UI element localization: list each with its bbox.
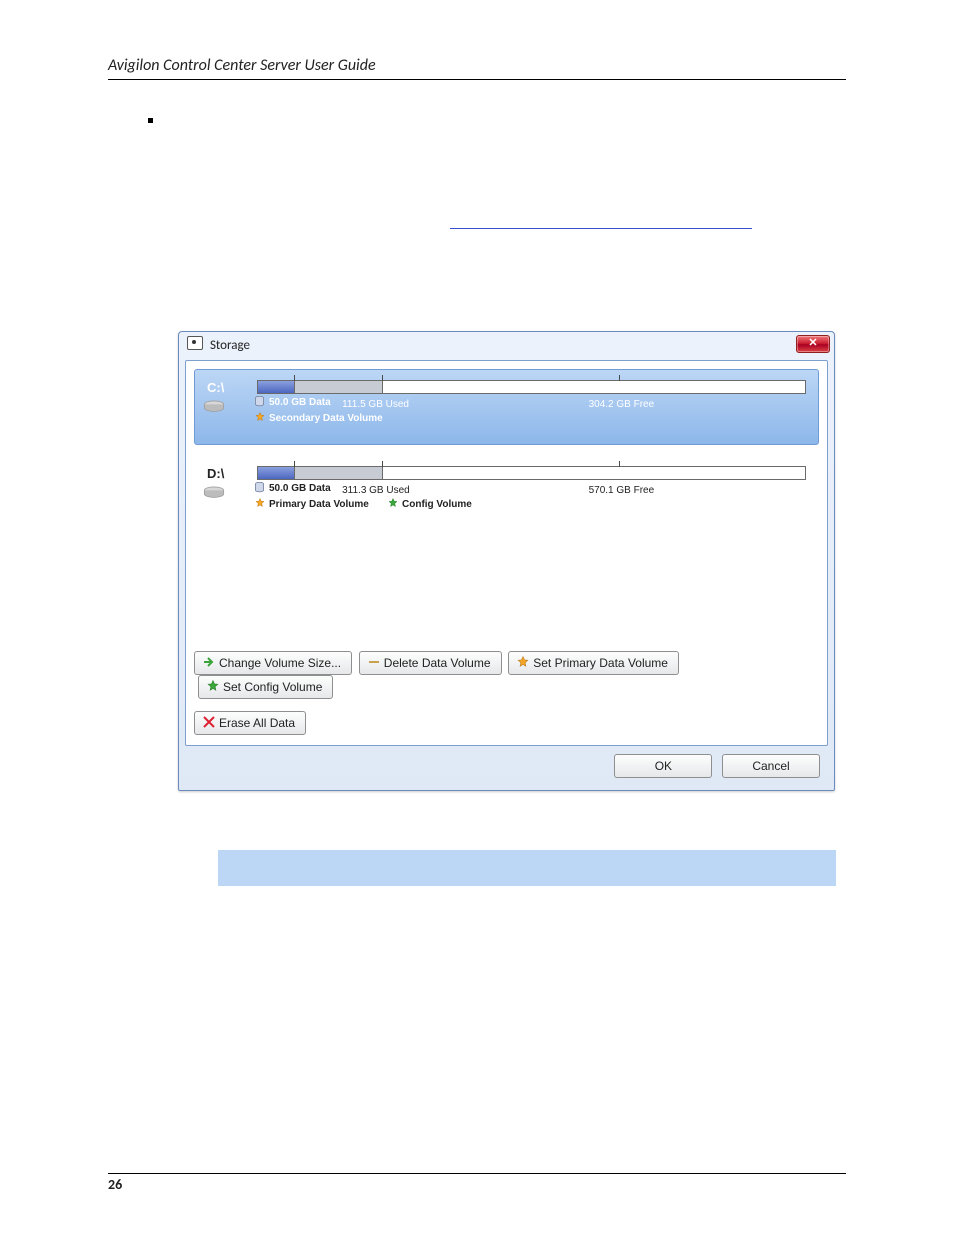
set-primary-data-volume-button[interactable]: Set Primary Data Volume: [508, 651, 679, 675]
dialog-body: C:\: [185, 360, 828, 746]
action-button-row: Change Volume Size... Delete Data Volume…: [194, 651, 819, 699]
data-size-label: 50.0 GB Data: [269, 396, 331, 409]
drive-row-c[interactable]: C:\: [194, 369, 819, 445]
minus-icon: [368, 656, 380, 668]
volume-type-label: Primary Data Volume: [269, 498, 369, 511]
page-number: 26: [108, 1173, 846, 1193]
hard-drive-icon: [203, 400, 225, 414]
database-icon: [255, 482, 264, 493]
dialog-bottom-buttons: OK Cancel: [614, 754, 820, 778]
change-volume-size-button[interactable]: Change Volume Size...: [194, 651, 352, 675]
list-bullet-icon: [148, 118, 153, 123]
free-size-label: 304.2 GB Free: [589, 398, 655, 411]
window-frame: Storage ✕ C:\: [178, 331, 835, 791]
button-label: Cancel: [752, 759, 789, 773]
button-label: Change Volume Size...: [219, 656, 341, 670]
database-icon: [255, 396, 264, 407]
used-size-label: 311.3 GB Used: [342, 484, 410, 497]
erase-all-data-button[interactable]: Erase All Data: [194, 711, 306, 735]
button-label: Erase All Data: [219, 716, 295, 730]
note-highlight-block: [218, 850, 836, 886]
button-label: OK: [655, 759, 672, 773]
button-label: Delete Data Volume: [384, 656, 491, 670]
tick-used: [382, 461, 383, 467]
data-segment: [258, 381, 295, 393]
star-icon: [255, 412, 265, 422]
close-icon: ✕: [808, 337, 817, 349]
tick-free: [619, 375, 620, 381]
delete-data-volume-button[interactable]: Delete Data Volume: [359, 651, 502, 675]
set-config-volume-button[interactable]: Set Config Volume: [198, 675, 333, 699]
drive-letter: C:\: [207, 380, 224, 395]
star-icon: [255, 498, 265, 508]
tick-data: [294, 461, 295, 467]
free-size-label: 570.1 GB Free: [589, 484, 655, 497]
star-icon: [517, 656, 529, 668]
config-volume-label: Config Volume: [402, 498, 472, 511]
volume-type-label: Secondary Data Volume: [269, 412, 383, 425]
star-icon: [207, 680, 219, 692]
tick-data: [294, 375, 295, 381]
usage-bar: [257, 466, 806, 480]
data-size-label: 50.0 GB Data: [269, 482, 331, 495]
usage-bar: [257, 380, 806, 394]
page-header: Avigilon Control Center Server User Guid…: [108, 56, 846, 80]
drive-row-d[interactable]: D:\: [194, 455, 819, 531]
title-bar: Storage ✕: [179, 332, 834, 358]
button-label: Set Config Volume: [223, 680, 322, 694]
tick-used: [382, 375, 383, 381]
page-number-value: 26: [108, 1176, 122, 1193]
used-size-label: 111.5 GB Used: [342, 398, 409, 411]
data-segment: [258, 467, 295, 479]
window-title: Storage: [210, 338, 250, 353]
close-button[interactable]: ✕: [796, 335, 830, 353]
tick-free: [619, 461, 620, 467]
hyperlink-underline: [450, 228, 752, 229]
x-icon: [203, 716, 215, 728]
config-volume-text: Config Volume: [402, 499, 472, 510]
app-icon: [187, 336, 203, 350]
document-page: Avigilon Control Center Server User Guid…: [0, 0, 954, 1235]
hard-drive-icon: [203, 486, 225, 500]
cancel-button[interactable]: Cancel: [722, 754, 820, 778]
drive-letter: D:\: [207, 466, 224, 481]
arrow-right-icon: [203, 656, 215, 668]
ok-button[interactable]: OK: [614, 754, 712, 778]
header-title: Avigilon Control Center Server User Guid…: [108, 56, 376, 75]
star-icon: [388, 498, 398, 508]
storage-dialog-screenshot: Storage ✕ C:\: [178, 331, 835, 791]
button-label: Set Primary Data Volume: [533, 656, 668, 670]
action-button-row-2: Erase All Data: [194, 711, 306, 735]
